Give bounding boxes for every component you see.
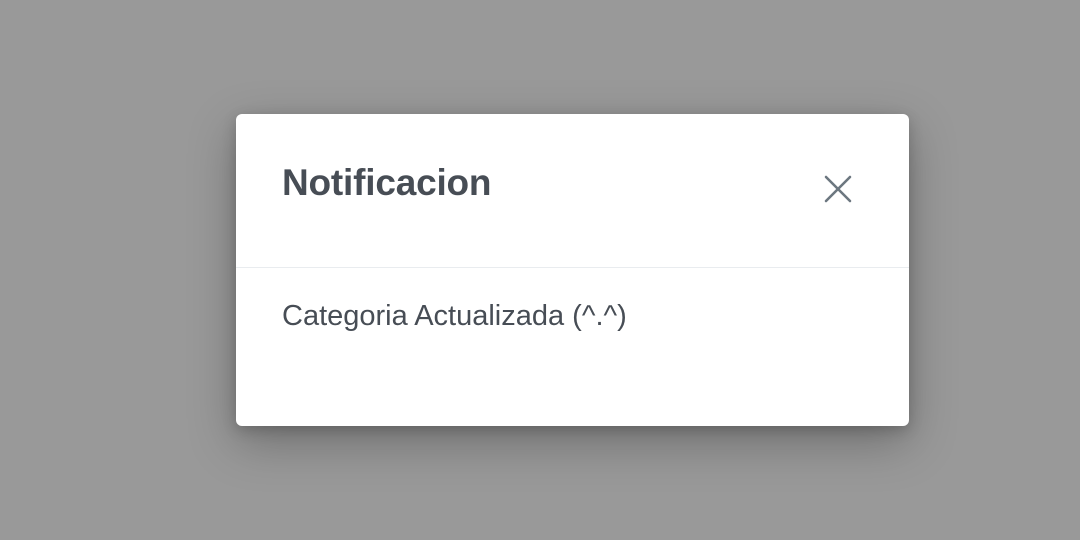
modal-header: Notificacion	[236, 114, 909, 268]
modal-title: Notificacion	[282, 162, 492, 203]
close-button[interactable]	[823, 174, 853, 204]
modal-message: Categoria Actualizada (^.^)	[282, 300, 627, 332]
close-icon	[823, 174, 853, 204]
notification-modal: Notificacion Categoria Actualizada (^.^)	[236, 114, 909, 426]
